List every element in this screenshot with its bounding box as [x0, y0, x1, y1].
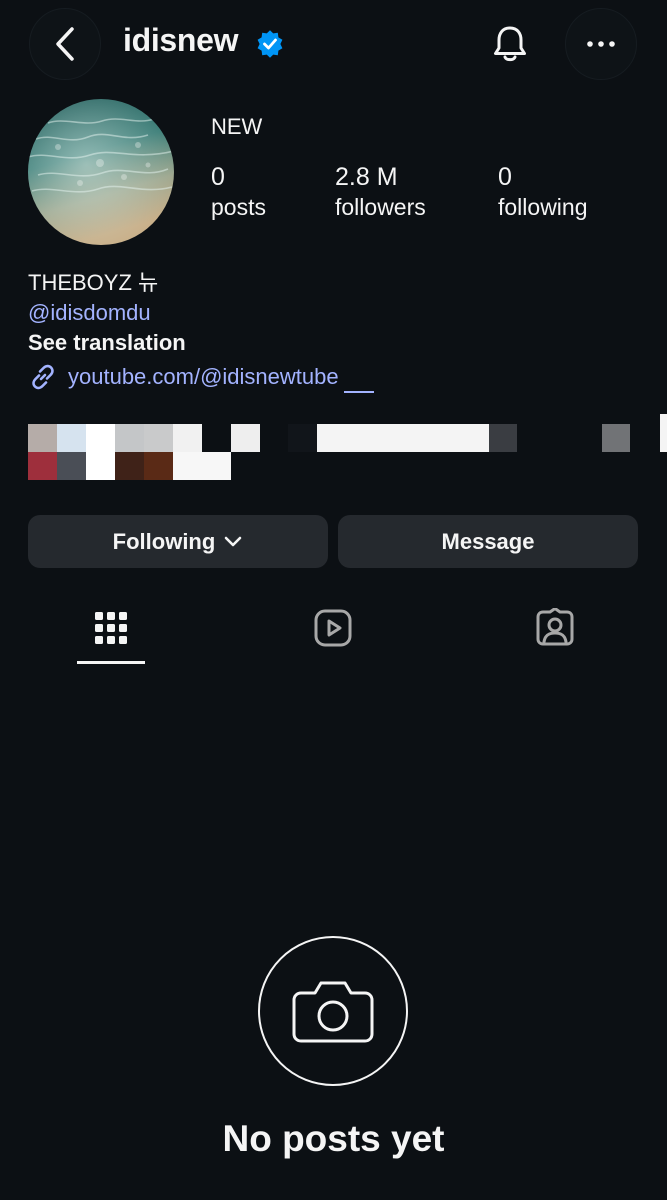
- following-button-label: Following: [112, 528, 216, 554]
- more-horizontal-icon: [587, 41, 615, 47]
- back-button[interactable]: [29, 8, 101, 80]
- bell-icon: [494, 26, 526, 62]
- chevron-left-icon: [56, 27, 74, 61]
- stat-following[interactable]: 0 following: [498, 162, 588, 222]
- link-underline: [344, 391, 374, 393]
- verified-badge-icon: [257, 30, 283, 58]
- bio-text: THEBOYZ 뉴: [28, 270, 159, 295]
- more-options-button[interactable]: [565, 8, 637, 80]
- notifications-button[interactable]: [474, 8, 546, 80]
- tab-reels[interactable]: [309, 604, 357, 652]
- stat-followers-value: 2.8 M: [335, 163, 398, 191]
- tab-tagged[interactable]: [531, 604, 579, 652]
- grid-icon: [95, 612, 127, 644]
- chevron-down-icon: [225, 536, 242, 546]
- profile-avatar[interactable]: [28, 99, 174, 245]
- following-button[interactable]: Following: [28, 515, 328, 568]
- profile-username: idisnew: [123, 22, 239, 58]
- tagged-icon: [536, 608, 574, 646]
- active-tab-indicator: [77, 661, 145, 664]
- stat-followers[interactable]: 2.8 M followers: [335, 162, 426, 222]
- stat-following-value: 0: [498, 163, 512, 191]
- stat-followers-label: followers: [335, 194, 426, 220]
- reels-icon: [314, 609, 352, 647]
- stat-posts-label: posts: [211, 194, 266, 220]
- message-button-label: Message: [441, 528, 535, 554]
- bio-link-text: youtube.com/@idisnewtube: [68, 364, 339, 389]
- stat-posts-value: 0: [211, 163, 225, 191]
- link-icon: [32, 364, 54, 390]
- bio-mention-link[interactable]: @idisdomdu: [28, 299, 151, 327]
- camera-icon: [292, 981, 374, 1043]
- empty-state-title: No posts yet: [222, 1118, 445, 1159]
- empty-state-camera-circle: [258, 936, 408, 1086]
- tab-grid[interactable]: [87, 604, 135, 652]
- see-translation-button[interactable]: See translation: [28, 329, 186, 357]
- stat-following-label: following: [498, 194, 588, 220]
- bio-external-link[interactable]: youtube.com/@idisnewtube: [28, 362, 339, 392]
- stat-posts[interactable]: 0 posts: [211, 162, 266, 222]
- profile-display-name: NEW: [211, 114, 263, 139]
- message-button[interactable]: Message: [338, 515, 638, 568]
- avatar-image: [28, 99, 174, 245]
- pixelated-content: [28, 414, 667, 484]
